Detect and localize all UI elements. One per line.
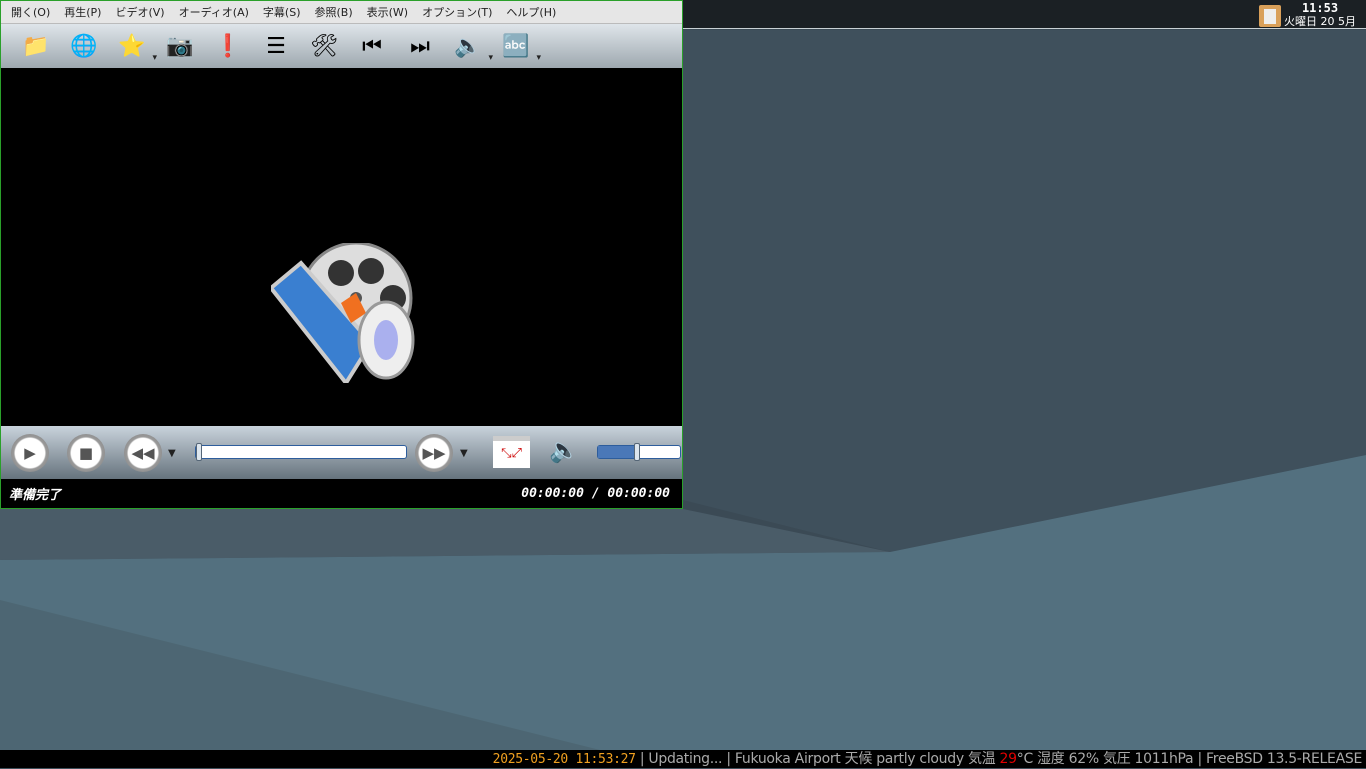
seek-slider[interactable]	[195, 443, 407, 461]
favorites-star-button[interactable]: ⭐	[115, 29, 157, 64]
time-display: 00:00:00 / 00:00:00	[521, 486, 670, 501]
volume-slider[interactable]	[597, 443, 681, 461]
status-bar: 準備完了 00:00:00 / 00:00:00	[1, 479, 682, 508]
datetime: 2025-05-20 11:53:27	[492, 752, 636, 767]
clock[interactable]: 11:53 火曜日 20 5月	[1280, 1, 1360, 28]
folder-button[interactable]: 📁	[19, 29, 53, 63]
menu-options[interactable]: オプション(T)	[422, 4, 492, 20]
fullscreen-icon: ⤡⤢	[501, 446, 522, 461]
previous-track-button[interactable]: ⏮	[355, 29, 389, 63]
menu-open[interactable]: 開く(O)	[11, 4, 50, 20]
favorites-star-icon: ⭐	[118, 33, 146, 59]
status-text: 準備完了	[9, 488, 62, 503]
media-player-window: 開く(O) 再生(P) ビデオ(V) オーディオ(A) 字幕(S) 参照(B) …	[0, 0, 683, 509]
clock-date: 火曜日 20 5月	[1284, 15, 1356, 28]
info-icon: ❗	[214, 33, 242, 59]
status-panel: 2025-05-20 11:53:27 | Updating... | Fuku…	[0, 750, 1366, 768]
subtitles-abc-icon: 🔤	[502, 33, 530, 59]
playlist-icon: ☰	[266, 33, 286, 59]
audio-speaker-button[interactable]: 🔈	[451, 29, 493, 64]
play-icon: ▶	[24, 444, 36, 462]
next-track-icon: ⏭	[410, 33, 430, 59]
menu-video[interactable]: ビデオ(V)	[115, 4, 164, 20]
forward-button[interactable]: ▶▶	[415, 434, 453, 472]
preferences-tools-icon: 🛠	[310, 33, 338, 59]
menu-view[interactable]: 表示(W)	[367, 4, 408, 20]
rewind-button[interactable]: ◀◀	[124, 434, 162, 472]
audio-speaker-icon: 🔈	[454, 33, 482, 59]
forward-menu-chevron-down-icon[interactable]: ▼	[460, 448, 468, 459]
clipboard-icon[interactable]	[1259, 5, 1281, 27]
globe-icon: 🌐	[70, 33, 98, 59]
toolbar: 📁 🌐 ⭐ 📷 ❗ ☰ 🛠 ⏮ ⏭ 🔈 🔤	[1, 23, 682, 68]
clock-time: 11:53	[1301, 1, 1339, 15]
system-info: °C 湿度 62% 気圧 1011hPa | FreeBSD 13.5-RELE…	[1016, 751, 1363, 767]
video-area[interactable]	[1, 68, 682, 426]
play-button[interactable]: ▶	[11, 434, 49, 472]
rewind-icon: ◀◀	[131, 444, 155, 462]
volume-speaker-icon[interactable]: 🔈	[549, 436, 579, 464]
weather-info: | Updating... | Fukuoka Airport 天候 partl…	[635, 751, 1000, 767]
next-track-button[interactable]: ⏭	[403, 29, 437, 63]
temperature: 29	[999, 751, 1018, 767]
globe-button[interactable]: 🌐	[67, 29, 101, 63]
seek-handle[interactable]	[196, 443, 202, 461]
playlist-button[interactable]: ☰	[259, 29, 293, 63]
previous-track-icon: ⏮	[362, 33, 382, 59]
volume-handle[interactable]	[634, 443, 640, 461]
folder-icon: 📁	[22, 33, 50, 59]
preferences-tools-button[interactable]: 🛠	[307, 29, 341, 63]
forward-icon: ▶▶	[422, 444, 446, 462]
menu-help[interactable]: ヘルプ(H)	[506, 4, 556, 20]
menu-play[interactable]: 再生(P)	[64, 4, 101, 20]
screenshot-camera-icon: 📷	[166, 33, 194, 59]
info-button[interactable]: ❗	[211, 29, 245, 63]
menu-audio[interactable]: オーディオ(A)	[179, 4, 249, 20]
screenshot-camera-button[interactable]: 📷	[163, 29, 197, 63]
stop-button[interactable]: ■	[67, 434, 105, 472]
menu-browse[interactable]: 参照(B)	[315, 4, 353, 20]
menu-subtitles[interactable]: 字幕(S)	[263, 4, 301, 20]
rewind-menu-chevron-down-icon[interactable]: ▼	[168, 448, 176, 459]
control-bar: ▶ ■ ◀◀ ▼ ▶▶ ▼ ⤡⤢ 🔈	[1, 426, 682, 479]
smplayer-logo-icon	[271, 243, 415, 383]
fullscreen-button[interactable]: ⤡⤢	[493, 436, 530, 468]
menu-bar: 開く(O) 再生(P) ビデオ(V) オーディオ(A) 字幕(S) 参照(B) …	[1, 1, 682, 23]
stop-icon: ■	[78, 444, 94, 462]
subtitles-abc-button[interactable]: 🔤	[499, 29, 541, 64]
